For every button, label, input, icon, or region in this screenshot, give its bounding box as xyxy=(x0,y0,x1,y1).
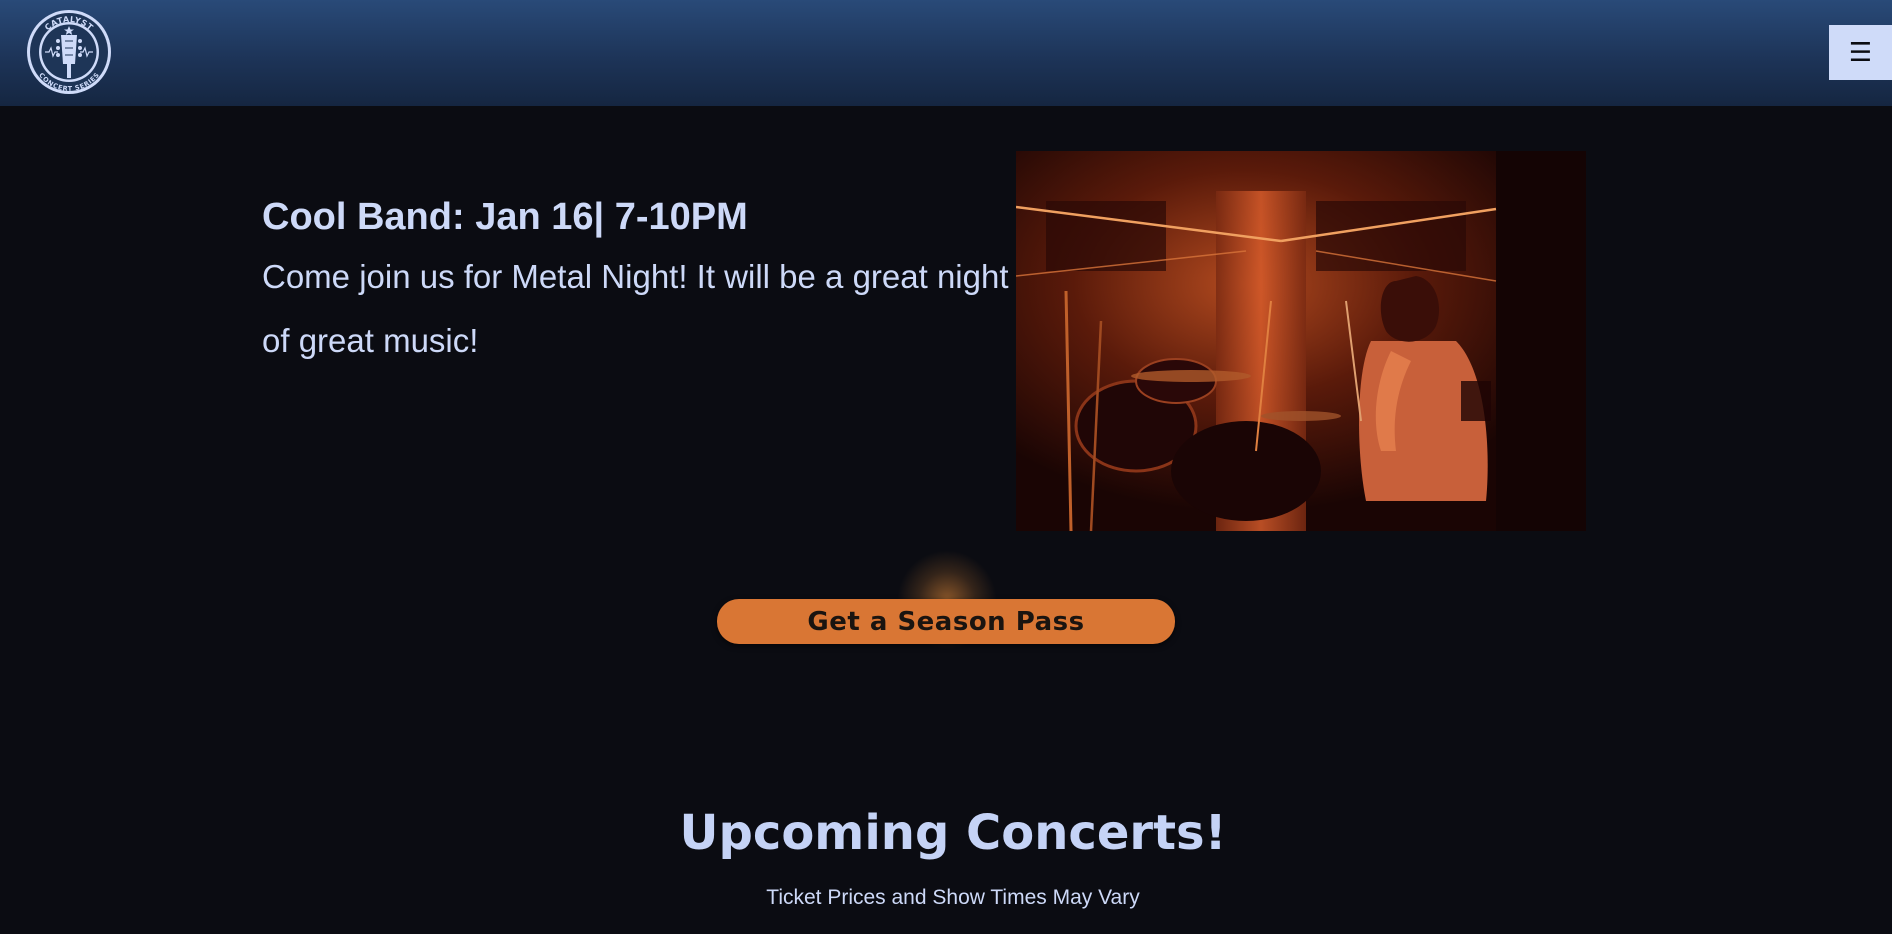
featured-event-description: Come join us for Metal Night! It will be… xyxy=(262,258,1009,359)
hamburger-menu-button[interactable]: ☰ xyxy=(1829,25,1892,80)
top-nav-bar: CATALYST CONCERT SERIES ☰ xyxy=(0,0,1892,106)
season-pass-button[interactable]: Get a Season Pass xyxy=(717,599,1175,644)
hamburger-menu-icon: ☰ xyxy=(1848,37,1873,68)
drummer-on-stage-photo xyxy=(1016,151,1586,531)
upcoming-concerts-subtitle: Ticket Prices and Show Times May Vary xyxy=(766,886,1140,909)
featured-event-title: Cool Band: Jan 16| 7-10PM xyxy=(262,196,748,238)
catalyst-logo[interactable]: CATALYST CONCERT SERIES xyxy=(25,8,113,96)
upcoming-concerts-heading: Upcoming Concerts! xyxy=(679,805,1227,861)
